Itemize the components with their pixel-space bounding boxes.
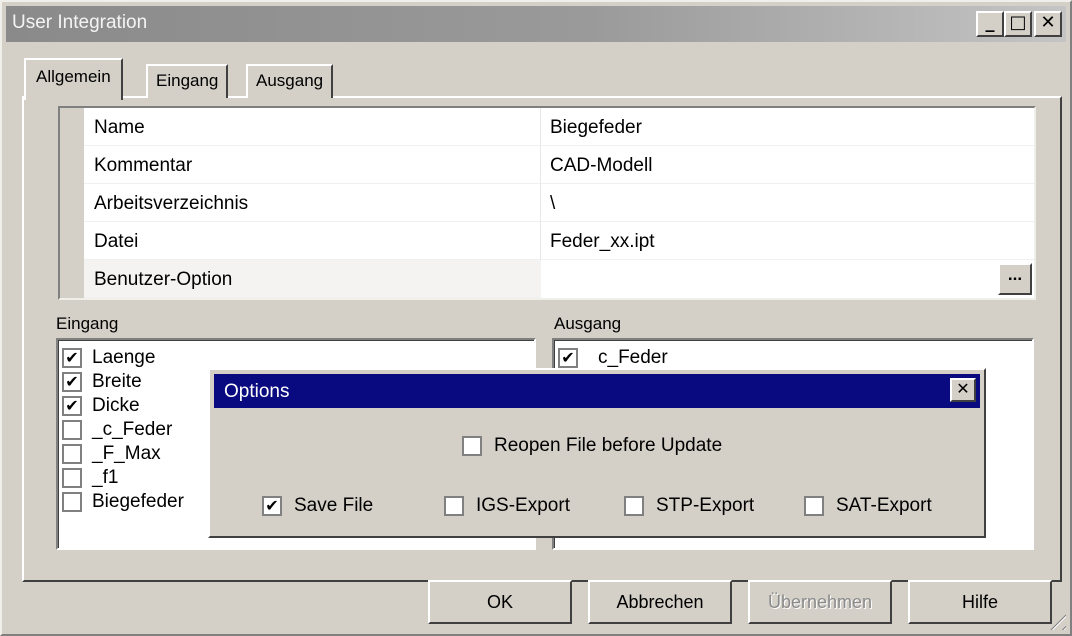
help-button[interactable]: Hilfe (908, 580, 1052, 624)
eingang-group-label: Eingang (56, 314, 119, 333)
reopen-file-label: Reopen File before Update (494, 435, 723, 456)
options-title-bar[interactable]: Options ✕ (214, 374, 980, 408)
property-label: Arbeitsverzeichnis (94, 193, 249, 214)
checkbox-f-max[interactable] (62, 444, 82, 464)
options-close-button[interactable]: ✕ (950, 378, 976, 402)
property-row-benutzer-option[interactable]: Benutzer-Option ... (84, 260, 1034, 298)
property-value-arbeitsverzeichnis[interactable]: \ (550, 193, 555, 215)
checkbox-f1[interactable] (62, 468, 82, 488)
property-label: Benutzer-Option (94, 269, 233, 290)
checkbox-c-feder[interactable] (62, 420, 82, 440)
list-item-label: _c_Feder (92, 419, 173, 440)
igs-export-label: IGS-Export (476, 495, 570, 516)
cancel-button[interactable]: Abbrechen (588, 580, 732, 624)
sat-export-checkbox[interactable] (804, 496, 824, 516)
property-row-arbeitsverzeichnis[interactable]: Arbeitsverzeichnis \ (84, 184, 1034, 222)
reopen-file-checkbox[interactable] (462, 436, 482, 456)
list-item-label: _F_Max (92, 443, 161, 464)
property-label: Name (94, 117, 145, 138)
minimize-button[interactable]: _ (976, 11, 1004, 37)
user-integration-window: User Integration _ □ ✕ Allgemein Eingang… (0, 0, 1072, 636)
property-label: Kommentar (94, 155, 193, 176)
sat-export-label: SAT-Export (836, 495, 932, 516)
list-item-label: c_Feder (598, 347, 668, 368)
save-file-checkbox[interactable]: ✔ (262, 496, 282, 516)
property-value-kommentar[interactable]: CAD-Modell (550, 155, 652, 177)
tab-eingang[interactable]: Eingang (146, 64, 229, 98)
close-icon: ✕ (956, 379, 970, 398)
save-file-label: Save File (294, 495, 374, 516)
options-title: Options (224, 381, 290, 402)
column-divider (540, 222, 541, 260)
property-value-benutzer-option[interactable] (541, 260, 1034, 298)
igs-export-checkbox[interactable] (444, 496, 464, 516)
property-row-name[interactable]: Name Biegefeder (84, 108, 1034, 146)
options-dialog: Options ✕ Reopen File before Update ✔ Sa… (208, 368, 986, 538)
maximize-icon: □ (1009, 12, 1027, 33)
minimize-icon: _ (985, 12, 995, 33)
property-row-kommentar[interactable]: Kommentar CAD-Modell (84, 146, 1034, 184)
title-bar[interactable]: User Integration _ □ ✕ (6, 6, 1066, 42)
apply-button[interactable]: Übernehmen (748, 580, 892, 624)
stp-export-label: STP-Export (656, 495, 755, 516)
property-row-datei[interactable]: Datei Feder_xx.ipt (84, 222, 1034, 260)
checkbox-c-feder-out[interactable]: ✔ (558, 348, 578, 368)
list-item-label: _f1 (92, 467, 119, 488)
checkbox-breite[interactable]: ✔ (62, 372, 82, 392)
properties-grid: Name Biegefeder Kommentar CAD-Modell Arb… (58, 106, 1036, 300)
checkbox-dicke[interactable]: ✔ (62, 396, 82, 416)
ausgang-group-label: Ausgang (554, 314, 622, 333)
close-button[interactable]: ✕ (1034, 11, 1062, 37)
checkbox-biegefeder[interactable] (62, 492, 82, 512)
list-item-label: Dicke (92, 395, 140, 416)
tab-allgemein[interactable]: Allgemein (24, 58, 123, 100)
window-title: User Integration (12, 12, 148, 33)
property-value-datei[interactable]: Feder_xx.ipt (550, 231, 655, 253)
property-label: Datei (94, 231, 139, 252)
tab-ausgang[interactable]: Ausgang (246, 64, 334, 98)
column-divider (540, 146, 541, 184)
list-item-label: Laenge (92, 347, 156, 368)
close-icon: ✕ (1040, 12, 1056, 33)
checkbox-laenge[interactable]: ✔ (62, 348, 82, 368)
browse-ellipsis-button[interactable]: ... (998, 263, 1032, 295)
ok-button[interactable]: OK (428, 580, 572, 624)
list-item-label: Breite (92, 371, 142, 392)
column-divider (540, 108, 541, 146)
stp-export-checkbox[interactable] (624, 496, 644, 516)
column-divider (540, 184, 541, 222)
maximize-button[interactable]: □ (1004, 11, 1032, 37)
list-item-label: Biegefeder (92, 491, 184, 512)
property-value-name[interactable]: Biegefeder (550, 117, 642, 139)
grid-row-header-gutter (60, 108, 84, 298)
